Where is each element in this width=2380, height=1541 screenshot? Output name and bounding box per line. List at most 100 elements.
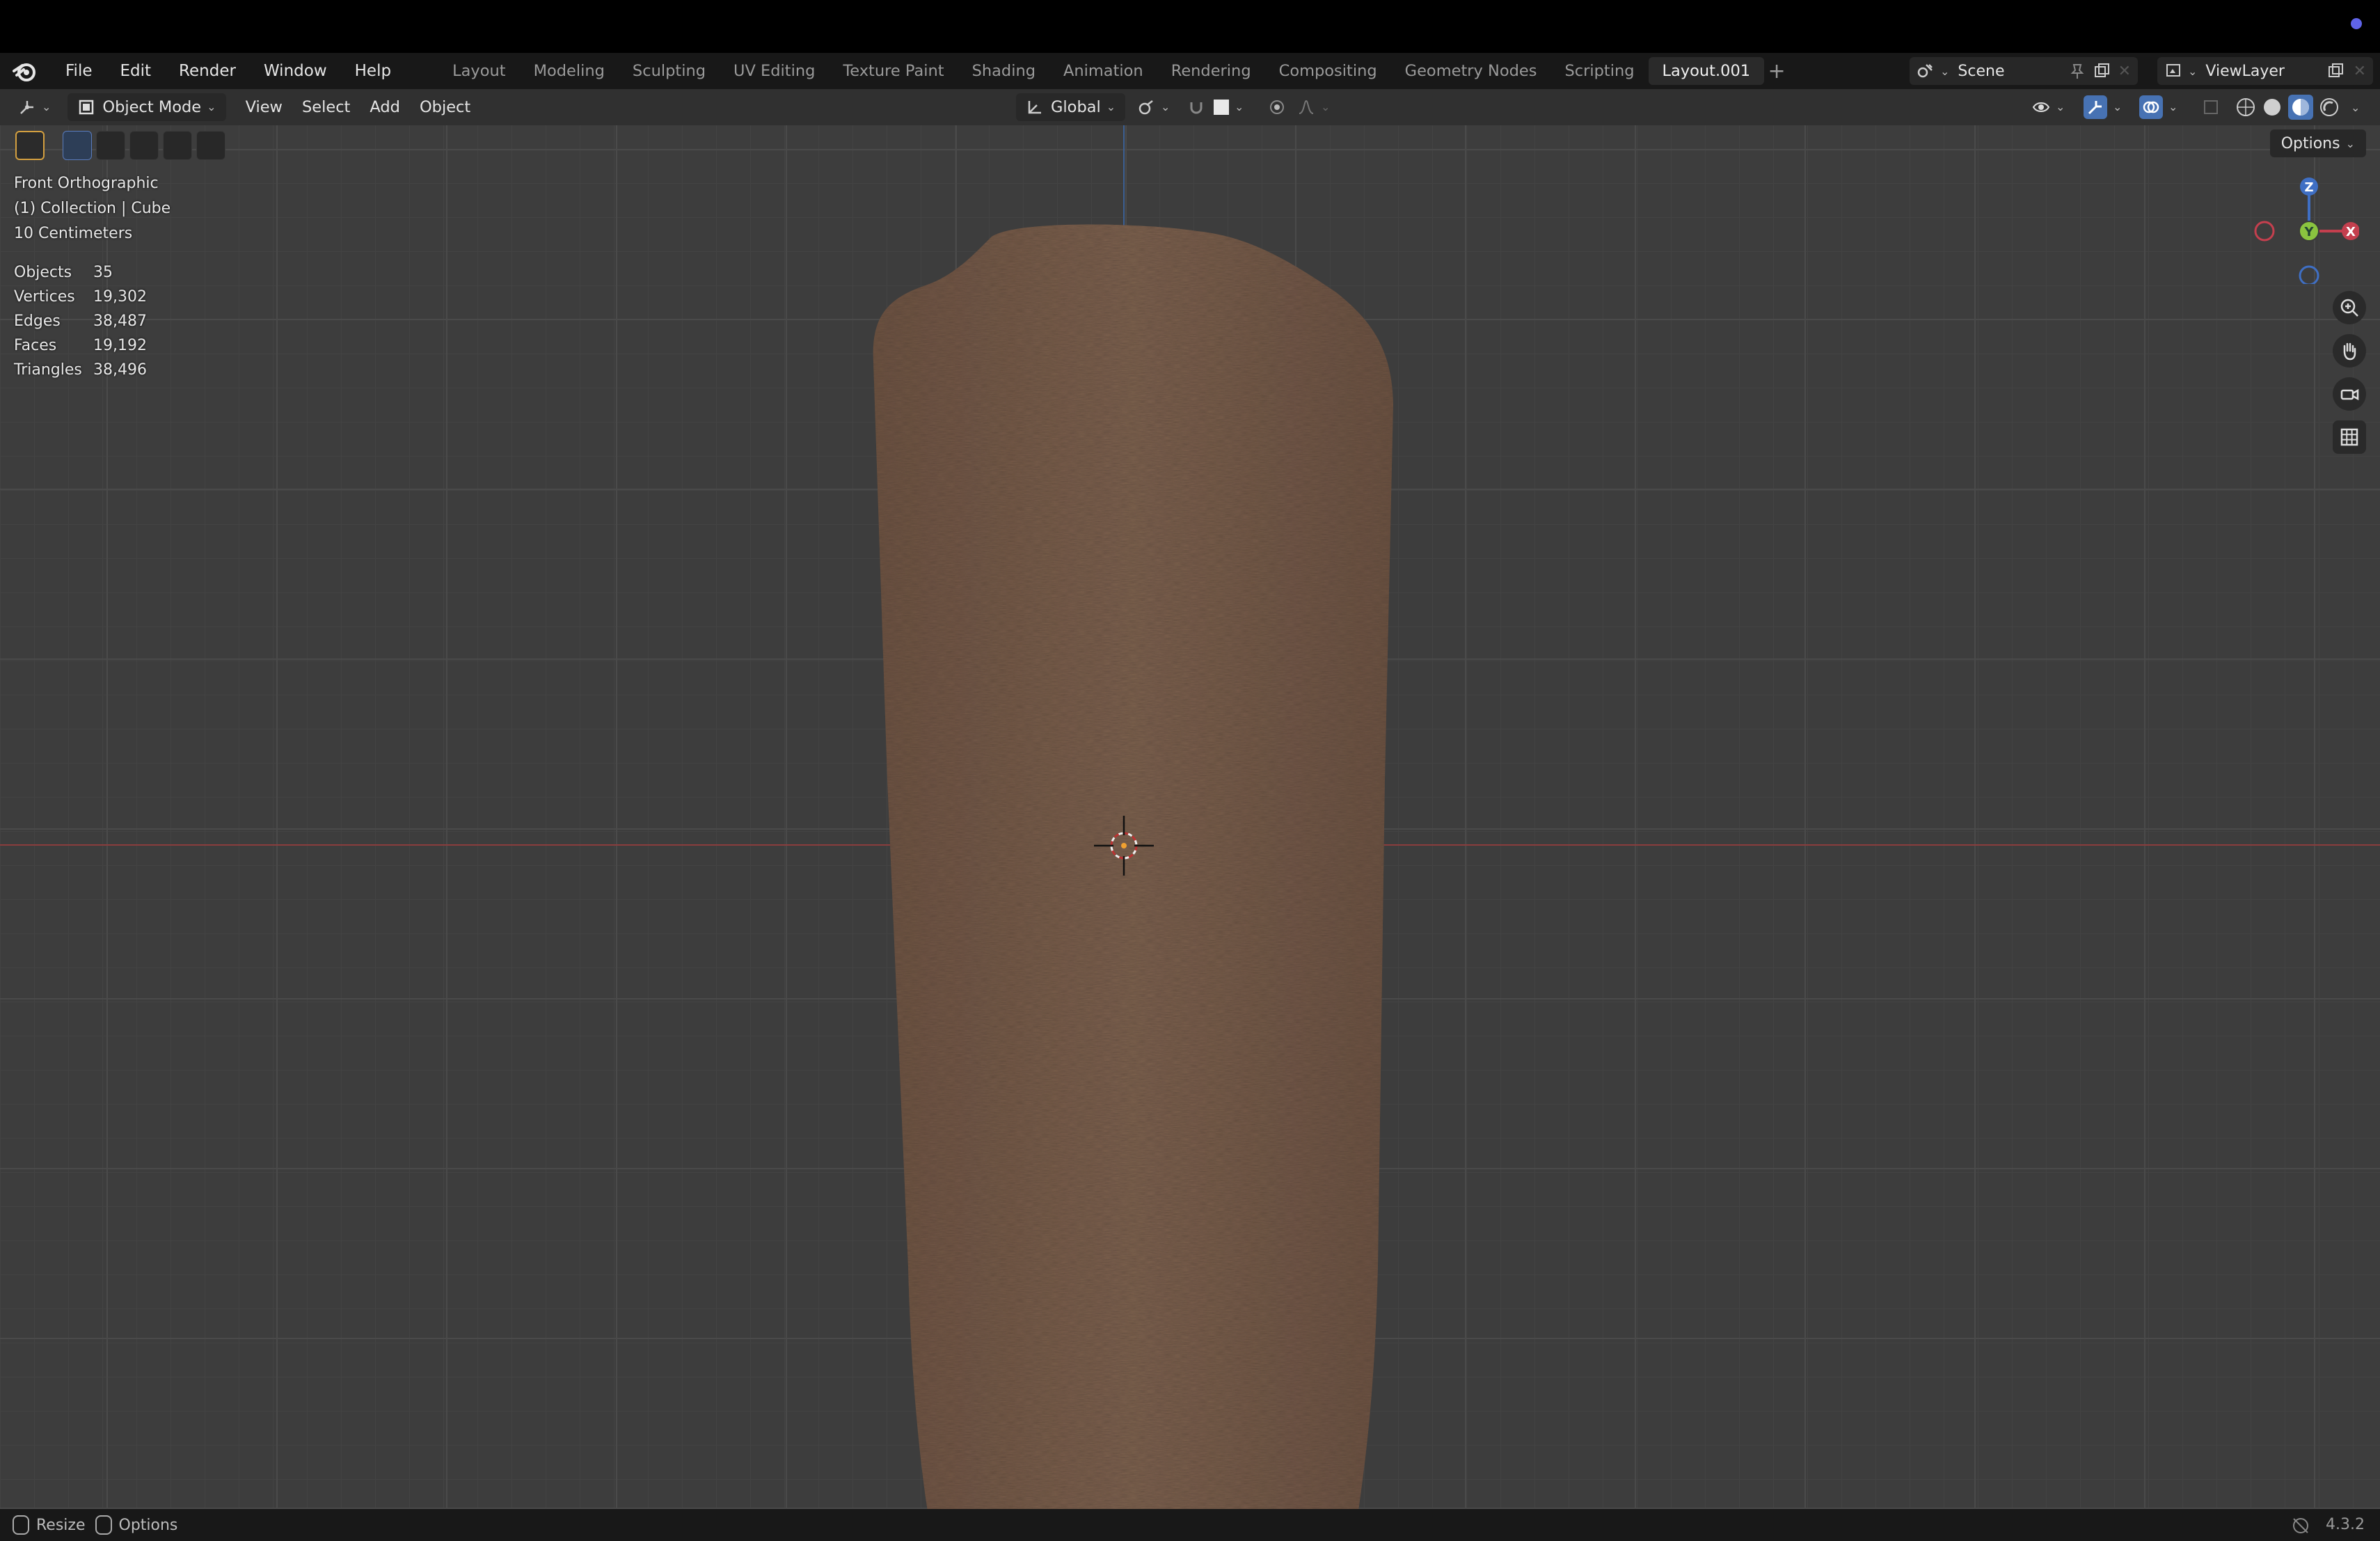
scene-icon — [1917, 64, 1933, 78]
eye-icon — [2032, 102, 2050, 112]
stat-row: Edges 38,487 — [14, 309, 170, 333]
hand-icon — [2343, 342, 2356, 361]
menu-file[interactable]: File — [51, 53, 106, 89]
collection-info: (1) Collection | Cube — [14, 200, 171, 217]
mode-subtract-selection-icon[interactable] — [129, 131, 159, 160]
proportional-editing-icon — [1270, 100, 1284, 114]
orientation-label: Global — [1051, 98, 1101, 116]
gizmo-neg-x-axis[interactable] — [2254, 221, 2275, 242]
falloff-caret-icon: ⌄ — [1321, 100, 1331, 113]
new-view-layer-icon[interactable] — [2327, 62, 2345, 80]
window-top-strip — [0, 0, 2380, 53]
shading-caret-icon[interactable]: ⌄ — [2351, 101, 2360, 114]
add-workspace-icon[interactable]: + — [1764, 59, 1789, 84]
stat-row: Objects 35 — [14, 260, 170, 285]
scene-dropdown-caret-icon: ⌄ — [1940, 64, 1950, 78]
camera-icon — [2340, 388, 2359, 401]
scene-selector[interactable]: ⌄ Scene ✕ — [1910, 57, 2138, 85]
mode-caret-icon: ⌄ — [207, 100, 216, 113]
perspective-toggle-tool[interactable] — [2333, 420, 2366, 454]
select-tool-row — [15, 131, 225, 160]
view-layer-selector[interactable]: ⌄ ViewLayer ✕ — [2157, 57, 2373, 85]
tab-geometry-nodes[interactable]: Geometry Nodes — [1391, 57, 1551, 85]
scene-name: Scene — [1958, 62, 2005, 80]
snap-target-button[interactable]: ⌄ — [1204, 93, 1253, 121]
grid-scale: 10 Centimeters — [14, 225, 133, 242]
visibility-selectability-button[interactable]: ⌄ — [2022, 93, 2074, 121]
gizmo-neg-z-axis[interactable] — [2299, 265, 2319, 284]
proportional-falloff-button[interactable]: ⌄ — [1287, 93, 1340, 121]
stat-row: Triangles 38,496 — [14, 358, 170, 382]
overlays-caret-icon: ⌄ — [2168, 100, 2178, 113]
delete-scene-icon[interactable]: ✕ — [2118, 63, 2131, 80]
stat-row: Faces 19,192 — [14, 333, 170, 358]
tab-sculpting[interactable]: Sculpting — [619, 57, 720, 85]
menu-render[interactable]: Render — [165, 53, 250, 89]
pan-tool[interactable] — [2333, 334, 2366, 368]
stat-key: Faces — [14, 337, 57, 354]
status-bar: Resize Options 4.3.2 — [0, 1509, 2380, 1541]
network-off-icon[interactable] — [2291, 1516, 2310, 1535]
pivot-point-icon — [1139, 100, 1153, 115]
status-options: Options — [95, 1515, 177, 1535]
tab-uv-editing[interactable]: UV Editing — [720, 57, 829, 85]
gizmo-toggle[interactable]: ⌄ — [2074, 93, 2132, 121]
viewport-nav-tools — [2333, 291, 2366, 454]
menu-edit[interactable]: Edit — [106, 53, 166, 89]
mode-extend-selection-icon[interactable] — [96, 131, 125, 160]
zoom-tool[interactable] — [2333, 291, 2366, 324]
mode-label: Object Mode — [102, 98, 202, 116]
overlays-toggle[interactable]: ⌄ — [2129, 93, 2187, 121]
tab-shading[interactable]: Shading — [958, 57, 1049, 85]
view-name: Front Orthographic — [14, 175, 159, 192]
menu-window[interactable]: Window — [250, 53, 341, 89]
tab-layout-001[interactable]: Layout.001 — [1648, 57, 1765, 85]
solid-shading-icon[interactable] — [2262, 97, 2283, 118]
options-button[interactable]: Options ⌄ — [2269, 129, 2366, 157]
status-resize-label: Resize — [36, 1516, 86, 1534]
new-scene-icon[interactable] — [2093, 62, 2111, 80]
navigation-gizmo[interactable]: Z X Y — [2248, 173, 2359, 284]
select-box-tool-icon[interactable] — [15, 131, 45, 160]
view-menu[interactable]: View — [236, 93, 292, 121]
rendered-shading-icon[interactable] — [2319, 97, 2340, 118]
3d-viewport[interactable]: Front Orthographic (1) Collection | Cube… — [0, 125, 2380, 1509]
camera-view-tool[interactable] — [2333, 377, 2366, 411]
mode-invert-selection-icon[interactable] — [163, 131, 192, 160]
mode-new-selection-icon[interactable] — [63, 131, 92, 160]
grid-icon — [2340, 428, 2358, 446]
stat-key: Triangles — [14, 361, 82, 379]
tab-compositing[interactable]: Compositing — [1265, 57, 1391, 85]
mode-selector[interactable]: Object Mode ⌄ — [68, 93, 226, 121]
transform-orientation-selector[interactable]: Global ⌄ — [1016, 93, 1126, 121]
menu-help[interactable]: Help — [341, 53, 405, 89]
stat-row: Vertices 19,302 — [14, 285, 170, 309]
select-menu[interactable]: Select — [292, 93, 360, 121]
options-caret-icon: ⌄ — [2345, 136, 2355, 150]
tab-scripting[interactable]: Scripting — [1550, 57, 1648, 85]
viewport-header: ⌄ Object Mode ⌄ View Select Add Object G… — [0, 89, 2380, 125]
stat-value: 35 — [93, 264, 113, 281]
wireframe-shading-icon[interactable] — [2235, 97, 2256, 118]
pivot-caret-icon: ⌄ — [1161, 100, 1171, 113]
delete-view-layer-icon[interactable]: ✕ — [2354, 63, 2366, 80]
3d-cursor-icon[interactable] — [1093, 814, 1155, 877]
editor-type-button[interactable]: ⌄ — [8, 93, 61, 121]
pivot-point-button[interactable]: ⌄ — [1127, 93, 1180, 121]
stat-value: 19,302 — [93, 288, 147, 306]
view-layer-name: ViewLayer — [2205, 62, 2285, 80]
xray-toggle[interactable] — [2192, 93, 2230, 121]
mode-intersect-selection-icon[interactable] — [196, 131, 225, 160]
object-menu[interactable]: Object — [410, 93, 480, 121]
stat-value: 38,496 — [93, 361, 147, 379]
blender-logo-icon[interactable] — [13, 58, 38, 84]
tab-layout[interactable]: Layout — [438, 57, 520, 85]
tab-animation[interactable]: Animation — [1049, 57, 1157, 85]
tab-rendering[interactable]: Rendering — [1157, 57, 1265, 85]
pin-icon[interactable] — [2068, 62, 2086, 80]
tab-texture-paint[interactable]: Texture Paint — [829, 57, 958, 85]
tab-modeling[interactable]: Modeling — [520, 57, 619, 85]
add-menu[interactable]: Add — [360, 93, 410, 121]
shading-modes: ⌄ — [2235, 93, 2360, 121]
material-preview-shading-icon[interactable] — [2288, 95, 2313, 120]
